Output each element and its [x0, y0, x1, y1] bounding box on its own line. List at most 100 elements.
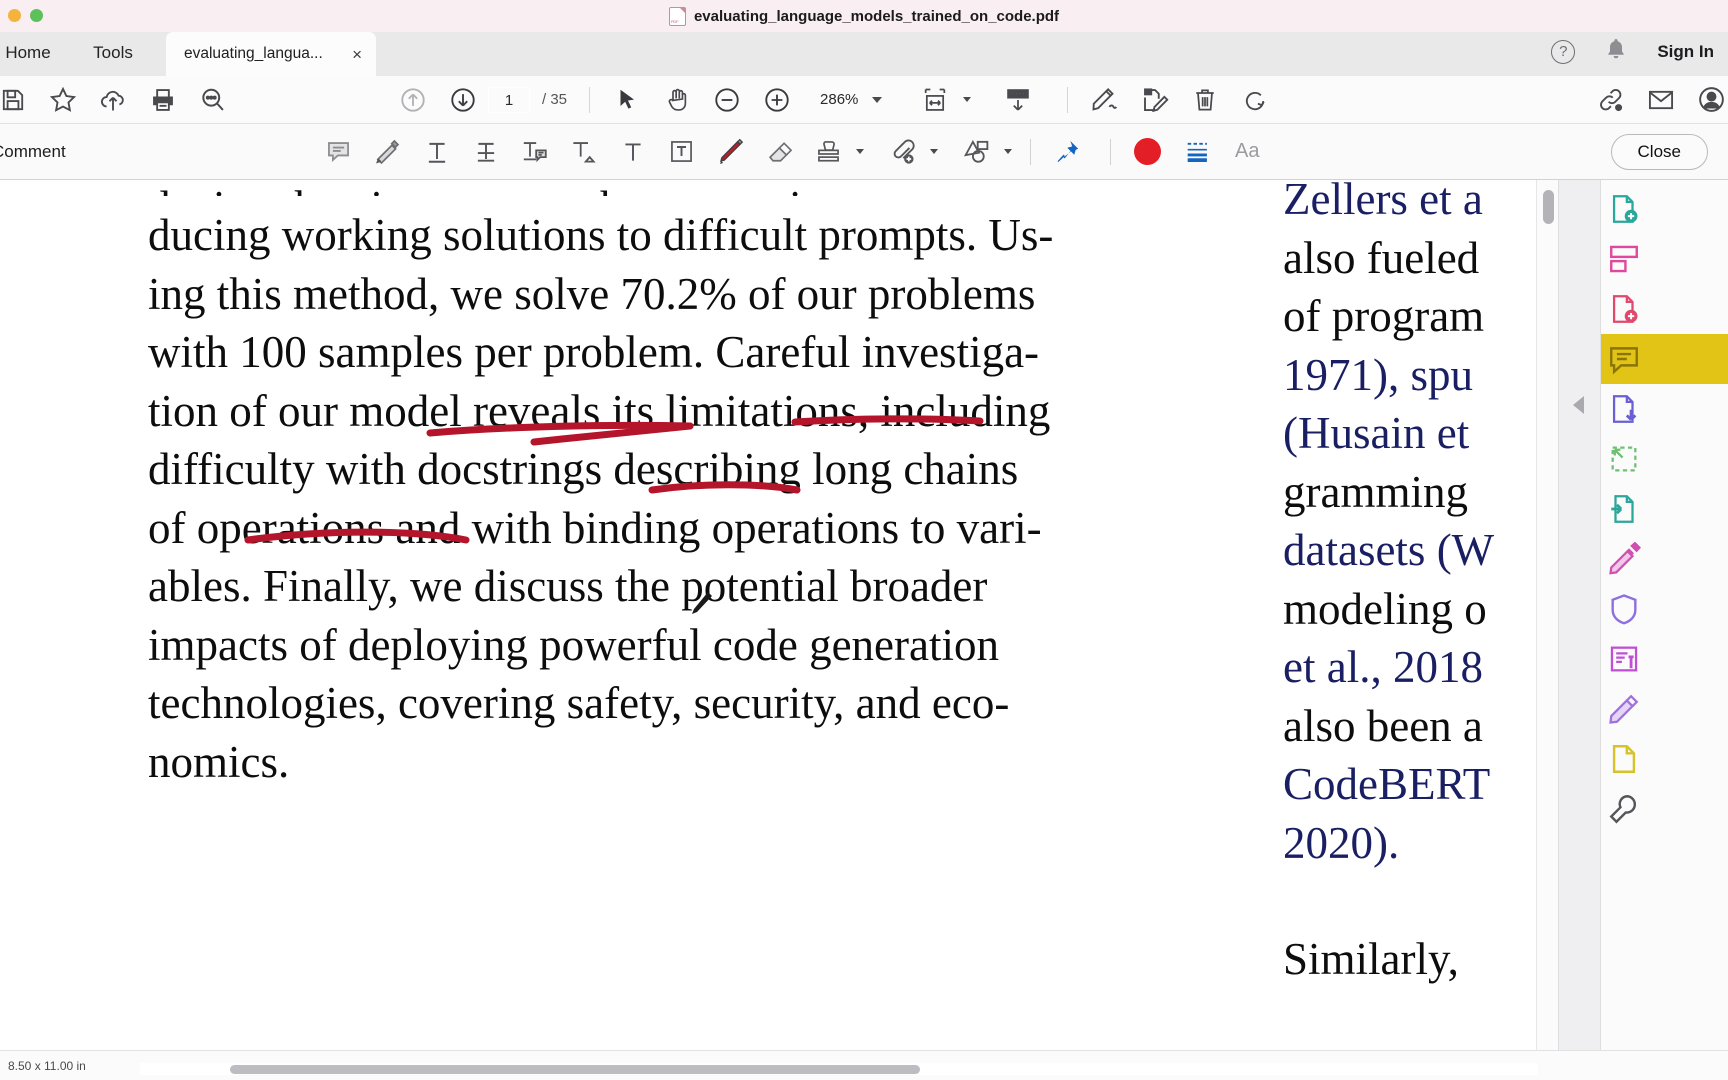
previous-page-icon[interactable] [388, 77, 438, 123]
rail-item-fill-sign[interactable] [1601, 634, 1728, 684]
body-line: also been a [1283, 700, 1483, 751]
zoom-out-icon[interactable] [702, 77, 752, 123]
menu-item-tools[interactable]: Tools [70, 43, 156, 76]
edit-pdf-icon[interactable] [1130, 77, 1180, 123]
body-line: nomics. [148, 736, 290, 787]
rail-item-stamp-page[interactable] [1601, 734, 1728, 784]
title-bar: evaluating_language_models_trained_on_co… [0, 0, 1728, 32]
citation-line: CodeBERT [1283, 759, 1491, 809]
chevron-down-icon[interactable] [963, 97, 972, 102]
fill-and-sign-icon[interactable] [1080, 77, 1130, 123]
pin-icon[interactable] [1043, 128, 1092, 176]
body-line: of operations and with binding operation… [148, 502, 1042, 553]
hand-pan-icon[interactable] [652, 77, 702, 123]
chevron-down-icon[interactable] [856, 149, 864, 154]
maximize-button[interactable] [30, 9, 43, 22]
left-column-text[interactable]: ducing working solutions to difficult pr… [148, 180, 1108, 791]
rail-item-tools-wrench[interactable] [1601, 784, 1728, 834]
add-text-icon[interactable] [608, 128, 657, 176]
right-tools-rail [1536, 180, 1728, 1080]
page-count-label: / 35 [542, 91, 568, 108]
stamp-icon[interactable] [804, 128, 853, 176]
toolbar-divider [589, 86, 591, 113]
body-line: difficulty with docstrings describing lo… [148, 444, 1019, 494]
scroll-mode-icon[interactable] [993, 77, 1043, 123]
draw-pencil-icon[interactable] [706, 128, 755, 176]
email-icon[interactable] [1636, 77, 1686, 123]
print-icon[interactable] [138, 77, 188, 123]
vertical-scrollbar[interactable] [1536, 180, 1558, 1080]
cloud-upload-icon[interactable] [88, 77, 138, 123]
rail-item-crop-pages[interactable] [1601, 434, 1728, 484]
next-page-icon[interactable] [438, 77, 488, 123]
search-icon[interactable] [188, 77, 238, 123]
minimize-button[interactable] [8, 9, 21, 22]
highlighter-icon[interactable] [363, 128, 412, 176]
status-bar: 8.50 x 11.00 in [0, 1050, 1728, 1080]
text-properties-label[interactable]: Aa [1235, 140, 1259, 163]
menu-item-home[interactable]: Home [0, 43, 64, 76]
close-tab-icon[interactable]: × [352, 46, 362, 63]
body-line: technologies, covering safety, security,… [148, 678, 1010, 728]
text-box-icon[interactable] [657, 128, 706, 176]
chevron-down-icon[interactable] [1004, 149, 1012, 154]
sticky-note-icon[interactable] [314, 128, 363, 176]
page-size-label: 8.50 x 11.00 in [8, 1058, 86, 1073]
rail-item-export-pdf[interactable] [1601, 184, 1728, 234]
collapse-panel-arrow-icon[interactable] [1573, 396, 1584, 414]
rail-item-measure[interactable] [1601, 684, 1728, 734]
vertical-scrollbar-thumb[interactable] [1543, 190, 1554, 224]
underline-text-icon[interactable] [412, 128, 461, 176]
citation-line: 2020). [1283, 817, 1400, 868]
line-style-icon[interactable] [1172, 128, 1221, 176]
document-tab[interactable]: evaluating_langua... × [166, 32, 376, 76]
document-viewport[interactable]: ducing the given prompt by generating du… [0, 180, 1728, 1080]
rail-item-protect[interactable] [1601, 484, 1728, 534]
body-line: ing this method, we solve 70.2% of our p… [148, 268, 1036, 319]
replace-text-icon[interactable] [510, 128, 559, 176]
rail-item-edit-pdf[interactable] [1601, 534, 1728, 584]
rail-item-organize-pages[interactable] [1601, 234, 1728, 284]
comment-toolbar-divider [1030, 138, 1031, 165]
pdf-page: ducing the given prompt by generating du… [0, 180, 1508, 984]
close-comment-button[interactable]: Close [1610, 133, 1708, 170]
pdf-reader-window: evaluating_language_models_trained_on_co… [0, 0, 1728, 1080]
insert-text-icon[interactable] [559, 128, 608, 176]
right-column-text[interactable]: Zellers et a also fueled of program 1971… [1283, 180, 1533, 989]
strikethrough-text-icon[interactable] [461, 128, 510, 176]
account-avatar-icon[interactable] [1686, 77, 1728, 123]
pdf-file-icon [668, 6, 686, 26]
annotation-color-swatch[interactable] [1123, 128, 1172, 176]
pencil-cursor [692, 592, 712, 614]
drawing-tools-icon[interactable] [952, 128, 1001, 176]
rail-item-compress-pdf[interactable] [1601, 384, 1728, 434]
chevron-down-icon[interactable] [930, 149, 938, 154]
save-icon[interactable] [0, 77, 38, 123]
rotate-page-icon[interactable] [1230, 77, 1280, 123]
zoom-in-icon[interactable] [752, 77, 802, 123]
star-icon[interactable] [38, 77, 88, 123]
notification-bell-icon[interactable] [1605, 37, 1627, 66]
fit-width-icon[interactable] [910, 77, 960, 123]
eraser-icon[interactable] [755, 128, 804, 176]
citation-line: 1971), spu [1283, 349, 1473, 400]
rail-item-comment[interactable] [1601, 334, 1728, 384]
share-link-icon[interactable] [1586, 77, 1636, 123]
window-controls[interactable] [8, 9, 43, 22]
rail-item-create-pdf[interactable] [1601, 284, 1728, 334]
help-icon[interactable]: ? [1551, 39, 1576, 64]
attach-file-icon[interactable] [878, 128, 927, 176]
citation-line: datasets (W [1283, 525, 1495, 575]
chevron-down-icon[interactable] [872, 96, 883, 103]
page-number-input[interactable]: 1 [488, 86, 530, 113]
sign-in-button[interactable]: Sign In [1657, 42, 1714, 62]
cursor-select-icon[interactable] [602, 77, 652, 123]
zoom-level-value[interactable]: 286% [820, 91, 858, 108]
horizontal-scrollbar-thumb[interactable] [230, 1065, 920, 1074]
document-tab-label: evaluating_langua... [184, 45, 323, 62]
horizontal-scrollbar[interactable] [140, 1063, 1538, 1075]
rail-item-shield-protect[interactable] [1601, 584, 1728, 634]
citation-line: et al., 2018 [1283, 642, 1483, 692]
tools-rail-list [1600, 180, 1728, 1080]
trash-delete-icon[interactable] [1180, 77, 1230, 123]
